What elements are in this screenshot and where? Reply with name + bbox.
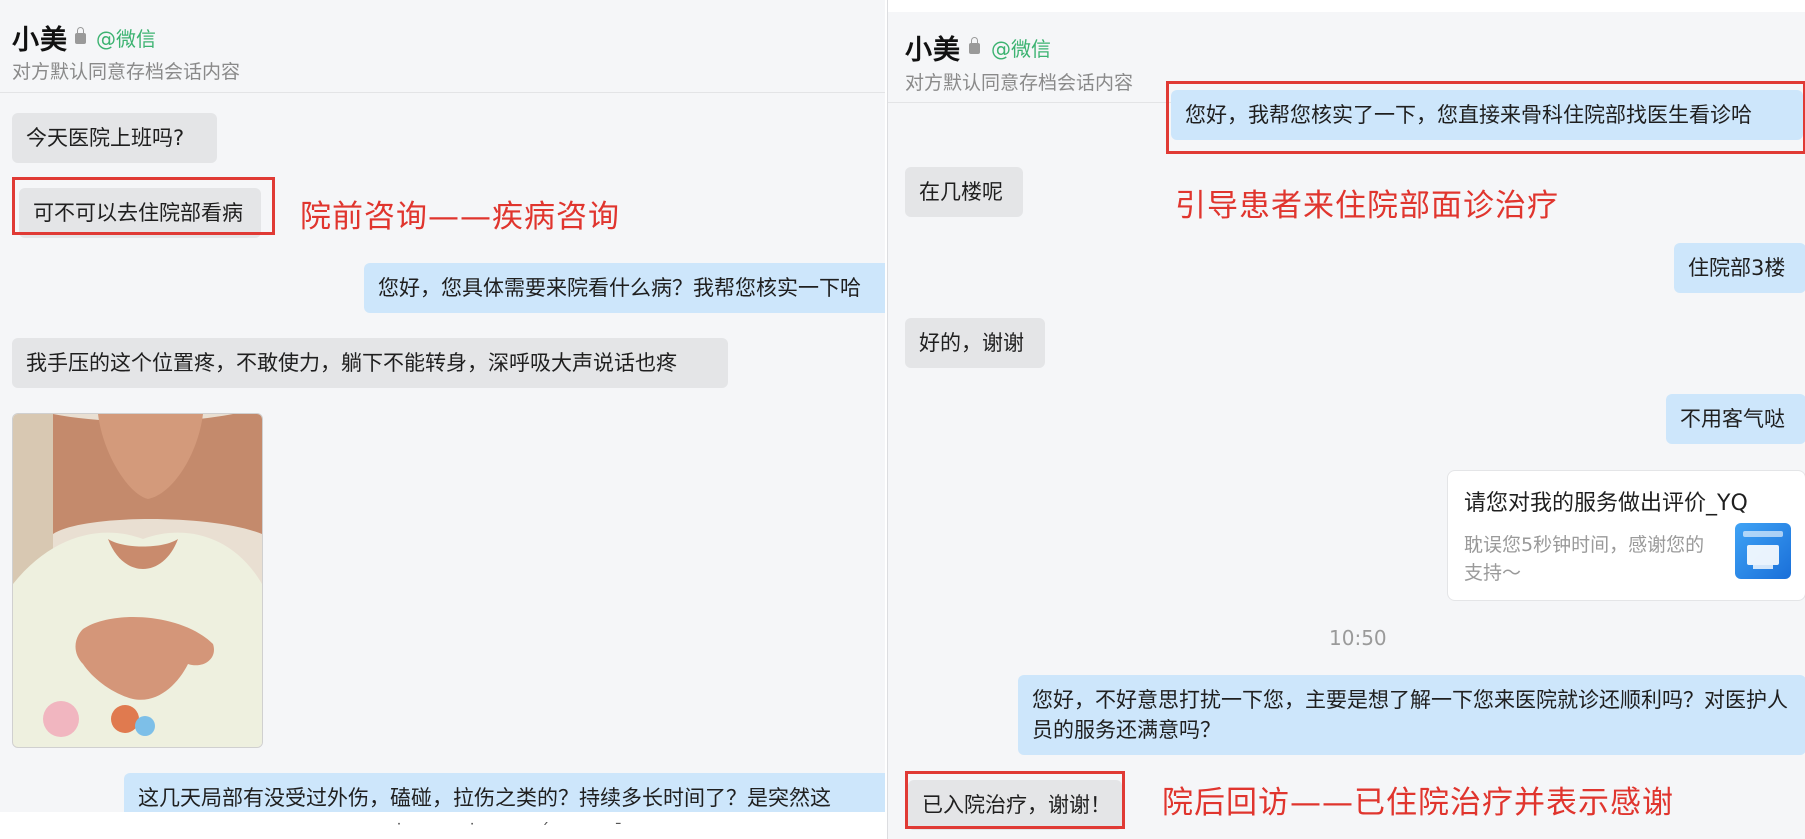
input-toolbar: ˙ ˙ ˊ ˉ	[0, 812, 885, 839]
message-outgoing[interactable]: 住院部3楼	[1674, 243, 1805, 293]
timestamp: 10:50	[1329, 626, 1387, 650]
highlight-box	[905, 771, 1125, 829]
message-incoming[interactable]: 好的，谢谢	[905, 318, 1045, 368]
source-tag: @微信	[96, 27, 156, 51]
card-description: 耽误您5秒钟时间，感谢您的支持～	[1464, 534, 1705, 584]
window-top-strip	[888, 0, 1805, 12]
rating-form-graphic	[1743, 531, 1783, 569]
source-tag: @微信	[991, 37, 1051, 61]
annotation-label: 院前咨询——疾病咨询	[300, 199, 620, 235]
annotation-label: 引导患者来住院部面诊治疗	[1175, 188, 1559, 224]
annotation-label: 院后回访——已住院治疗并表示感谢	[1162, 785, 1674, 821]
contact-name: 小美	[905, 35, 961, 66]
rating-card[interactable]: 请您对我的服务做出评价_YQ 耽误您5秒钟时间，感谢您的支持～	[1447, 470, 1805, 601]
lock-icon	[969, 37, 980, 54]
right-chat-panel: 小美 @微信 对方默认同意存档会话内容 您好，我帮您核实了一下，您直接来骨科住院…	[887, 0, 1805, 839]
message-incoming[interactable]: 我手压的这个位置疼，不敢使力，躺下不能转身，深呼吸大声说话也疼	[12, 338, 728, 388]
lock-icon	[75, 27, 86, 44]
message-incoming[interactable]: 今天医院上班吗?	[12, 113, 217, 163]
image-message[interactable]	[12, 413, 263, 748]
archive-notice: 对方默认同意存档会话内容	[905, 72, 1134, 94]
message-outgoing[interactable]: 不用客气哒	[1666, 394, 1805, 444]
message-outgoing[interactable]: 您好，您具体需要来院看什么病？我帮您核实一下哈	[364, 263, 885, 313]
photo-thumbnail	[13, 414, 262, 747]
left-chat-panel: 小美 @微信 对方默认同意存档会话内容 今天医院上班吗? 可不可以去住院部看病 …	[0, 0, 885, 839]
archive-notice: 对方默认同意存档会话内容	[12, 61, 241, 83]
chat-header: 小美 @微信 对方默认同意存档会话内容	[0, 0, 885, 92]
toolbar-icons: ˙ ˙ ˊ ˉ	[395, 820, 653, 839]
highlight-box	[12, 177, 275, 235]
message-outgoing[interactable]: 您好，不好意思打扰一下您，主要是想了解一下您来医院就诊还顺利吗？对医护人员的服务…	[1018, 675, 1805, 755]
highlight-box	[1166, 81, 1805, 154]
divider	[0, 92, 885, 93]
message-incoming[interactable]: 在几楼呢	[905, 167, 1023, 217]
contact-name: 小美	[12, 25, 68, 56]
rating-form-icon	[1735, 523, 1791, 579]
card-title: 请您对我的服务做出评价_YQ	[1464, 491, 1748, 516]
